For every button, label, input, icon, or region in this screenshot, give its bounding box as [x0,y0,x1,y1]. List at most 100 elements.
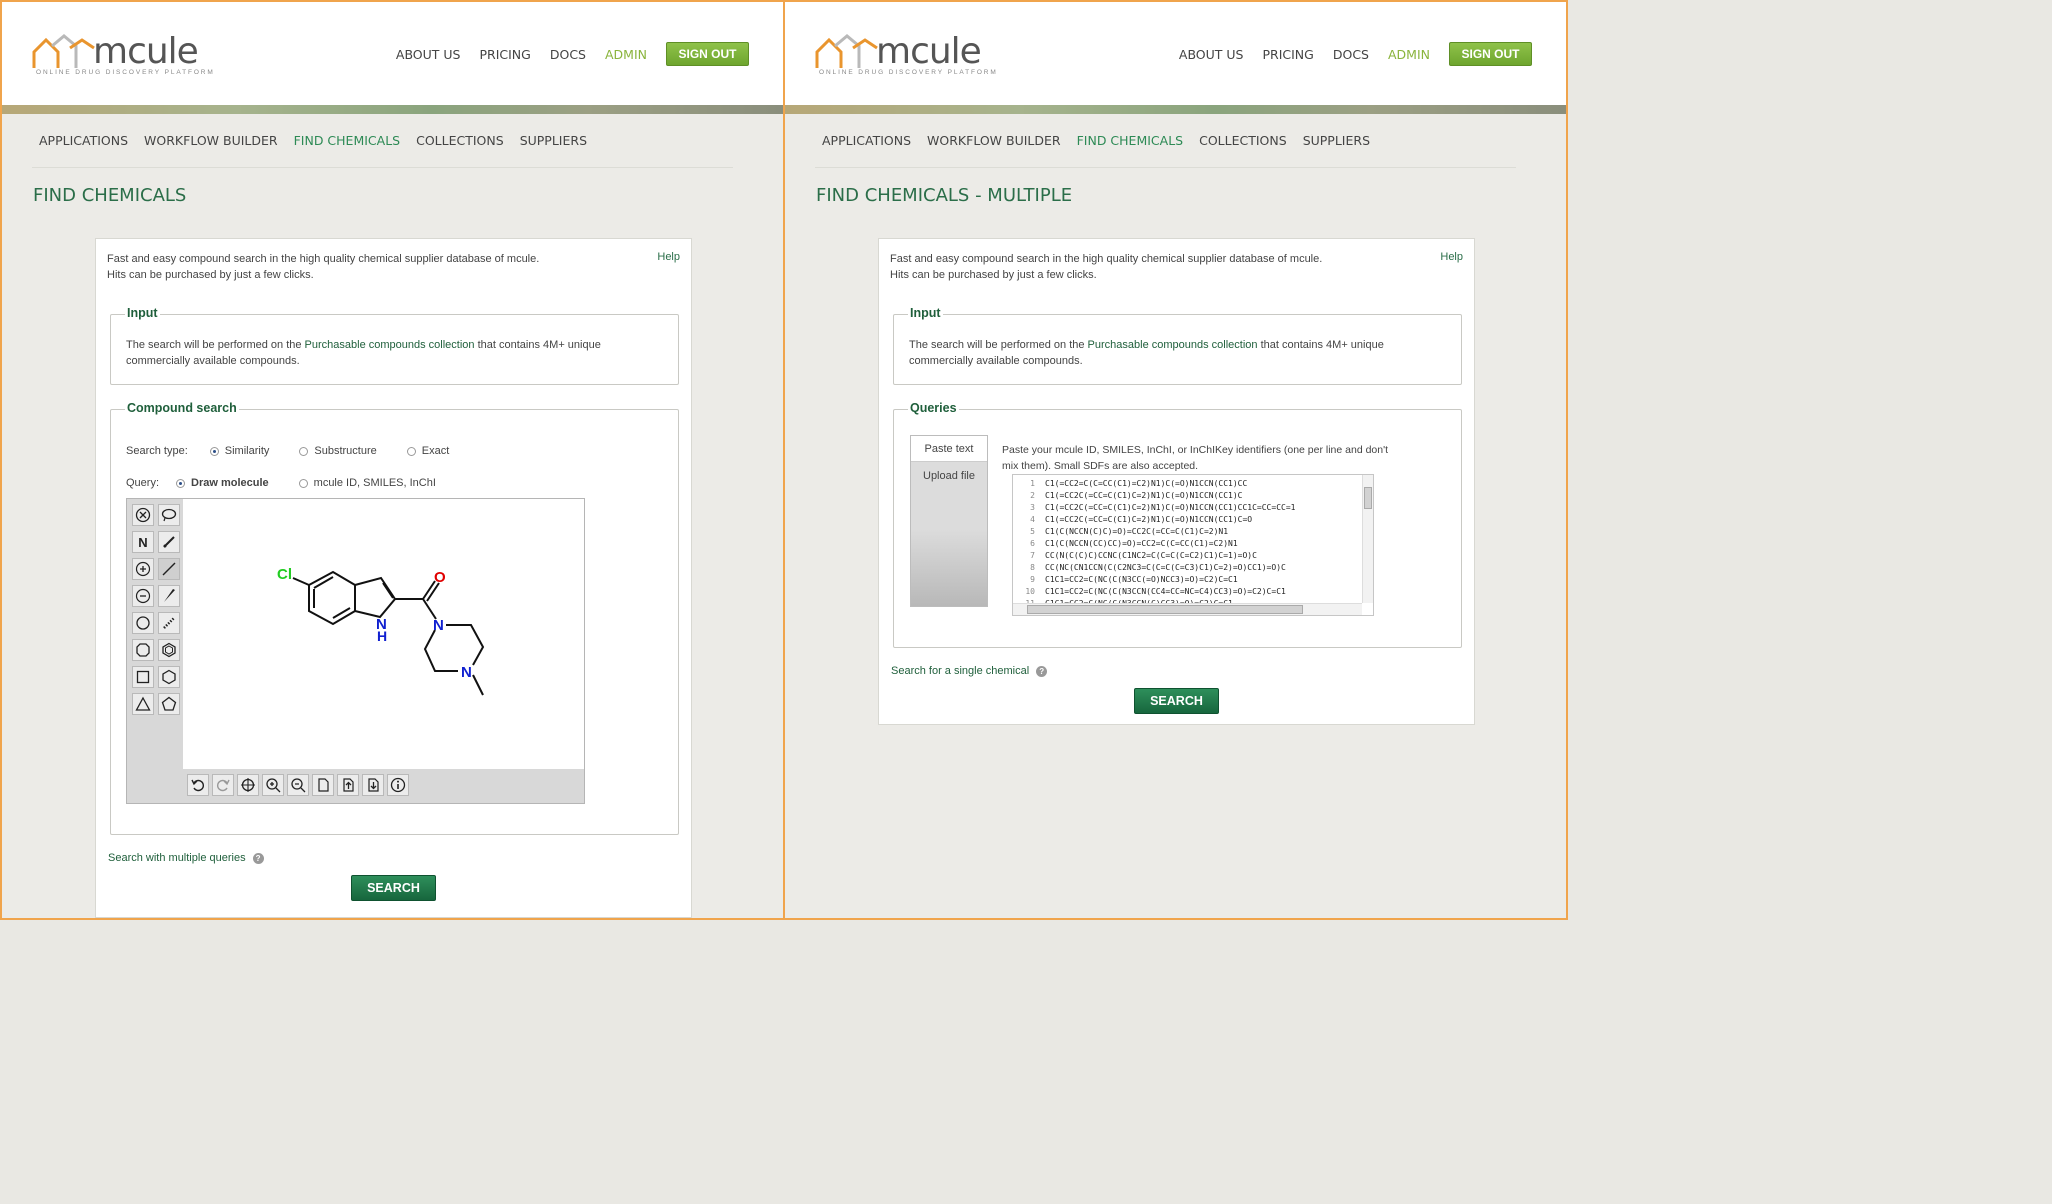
cyclooctane-icon[interactable] [132,639,154,661]
nav-about-us[interactable]: ABOUT US [1179,47,1244,62]
nav-admin[interactable]: ADMIN [1388,47,1430,62]
atom-nh-h-label: H [377,628,387,644]
mcule-logo[interactable]: mcule ONLINE DRUG DISCOVERY PLATFORM [32,32,213,80]
nav-suppliers[interactable]: SUPPLIERS [520,133,587,148]
atom-cl-label: Cl [277,566,292,583]
nav-workflow-builder[interactable]: WORKFLOW BUILDER [144,133,278,148]
nav-find-chemicals[interactable]: FIND CHEMICALS [1077,133,1184,148]
help-link[interactable]: Help [657,251,680,263]
cyclohexane-icon[interactable] [132,612,154,634]
undo-icon[interactable] [187,774,209,796]
nav-applications[interactable]: APPLICATIONS [822,133,911,148]
single-bond-icon[interactable] [158,558,180,580]
export-icon[interactable] [362,774,384,796]
input-legend: Input [125,306,160,320]
square-ring-icon[interactable] [132,666,154,688]
single-chemical-link[interactable]: Search for a single chemical [891,665,1029,677]
nav-about-us[interactable]: ABOUT US [396,47,461,62]
radio-exact[interactable] [406,446,416,456]
molecule-editor[interactable]: N Cl O N H N N [126,498,585,804]
header-banner [2,105,783,114]
single-chemical-row: Search for a single chemical ? [891,665,1048,677]
purchasable-collection-link[interactable]: Purchasable compounds collection [1088,339,1258,351]
multiple-queries-row: Search with multiple queries ? [108,852,264,864]
search-type-substructure-label[interactable]: Substructure [314,445,376,457]
input-text-before: The search will be performed on the [909,339,1088,351]
query-text-label[interactable]: mcule ID, SMILES, InChI [314,477,436,489]
code-line: 7 CC(N(C(C)C)CCNC(C1NC2=C(C=C(C=C2)C1)C=1… [1030,551,1257,560]
help-question-icon[interactable]: ? [1036,665,1048,677]
nav-collections[interactable]: COLLECTIONS [1199,133,1287,148]
sign-out-button[interactable]: SIGN OUT [1449,42,1532,66]
nav-divider [32,167,733,168]
bond-pen-icon[interactable] [158,531,180,553]
wedge-bond-icon[interactable] [158,585,180,607]
radio-text-query[interactable] [298,478,308,488]
center-icon[interactable] [237,774,259,796]
radio-draw-molecule[interactable] [176,478,186,488]
redo-icon[interactable] [212,774,234,796]
search-card: Fast and easy compound search in the hig… [95,238,692,918]
search-type-exact-label[interactable]: Exact [422,445,450,457]
charge-minus-icon[interactable] [132,585,154,607]
house-logo-icon [32,34,95,68]
purchasable-collection-link[interactable]: Purchasable compounds collection [305,339,475,351]
vertical-scrollbar[interactable] [1362,475,1373,603]
zoom-out-icon[interactable] [287,774,309,796]
queries-textarea[interactable]: 1 C1(=CC2=C(C=CC(C1)=C2)N1)C(=O)N1CCN(CC1… [1012,474,1374,616]
pentagon-icon[interactable] [158,693,180,715]
tab-upload-file[interactable]: Upload file [911,463,987,489]
info-icon[interactable] [387,774,409,796]
code-line: 9 C1C1=CC2=C(NC(C(N3CC(=O)NCC3)=O)=C2)C=C… [1030,575,1238,584]
horizontal-scrollbar[interactable] [1013,603,1362,615]
nav-docs[interactable]: DOCS [1333,47,1369,62]
paste-hint: Paste your mcule ID, SMILES, InChI, or I… [1002,444,1389,472]
clear-icon[interactable] [132,504,154,526]
nav-find-chemicals[interactable]: FIND CHEMICALS [294,133,401,148]
nav-pricing[interactable]: PRICING [479,47,530,62]
hexagon-icon[interactable] [158,666,180,688]
logo-tagline: ONLINE DRUG DISCOVERY PLATFORM [819,69,998,76]
nav-workflow-builder[interactable]: WORKFLOW BUILDER [927,133,1061,148]
new-file-icon[interactable] [312,774,334,796]
help-question-icon[interactable]: ? [252,852,264,864]
nav-pricing[interactable]: PRICING [1262,47,1313,62]
dash-bond-icon[interactable] [158,612,180,634]
page-title: FIND CHEMICALS - MULTIPLE [816,185,1073,206]
multiple-queries-link[interactable]: Search with multiple queries [108,852,246,864]
code-line: 3 C1(=CC2C(=CC=C(C1)C=2)N1)C(=O)N1CCN(CC1… [1030,503,1296,512]
lasso-icon[interactable] [158,504,180,526]
radio-similarity[interactable] [209,446,219,456]
mcule-logo[interactable]: mcule ONLINE DRUG DISCOVERY PLATFORM [815,32,996,80]
atom-n-amide-label: N [433,617,444,634]
molecule-canvas[interactable]: Cl O N H N N [183,499,584,769]
nav-docs[interactable]: DOCS [550,47,586,62]
nav-collections[interactable]: COLLECTIONS [416,133,504,148]
nav-suppliers[interactable]: SUPPLIERS [1303,133,1370,148]
search-button[interactable]: SEARCH [351,875,436,901]
search-type-similarity-label[interactable]: Similarity [225,445,270,457]
tab-paste-text[interactable]: Paste text [911,436,987,462]
benzene-icon[interactable] [158,639,180,661]
code-line: 8 CC(NC(CN1CCN(C(C2NC3=C(C=C(C=C3)C1)C=2)… [1030,563,1286,572]
logo-tagline: ONLINE DRUG DISCOVERY PLATFORM [36,69,215,76]
triangle-ring-icon[interactable] [132,693,154,715]
intro-text: Fast and easy compound search in the hig… [890,251,1322,283]
atom-n-icon[interactable]: N [132,531,154,553]
query-draw-molecule-label[interactable]: Draw molecule [191,477,269,489]
sign-out-button[interactable]: SIGN OUT [666,42,749,66]
horizontal-scroll-thumb[interactable] [1027,605,1303,614]
code-line: 10 C1C1=CC2=C(NC(C(N3CCN(CC4=CC=NC=C4)CC3… [1025,587,1286,596]
compound-search-legend: Compound search [125,401,239,415]
zoom-in-icon[interactable] [262,774,284,796]
nav-applications[interactable]: APPLICATIONS [39,133,128,148]
radio-substructure[interactable] [299,446,309,456]
input-fieldset: Input The search will be performed on th… [110,306,679,385]
vertical-scroll-thumb[interactable] [1364,487,1372,509]
charge-plus-icon[interactable] [132,558,154,580]
query-row: Query: Draw molecule mcule ID, SMILES, I… [126,477,436,489]
import-icon[interactable] [337,774,359,796]
help-link[interactable]: Help [1440,251,1463,263]
nav-admin[interactable]: ADMIN [605,47,647,62]
search-button[interactable]: SEARCH [1134,688,1219,714]
